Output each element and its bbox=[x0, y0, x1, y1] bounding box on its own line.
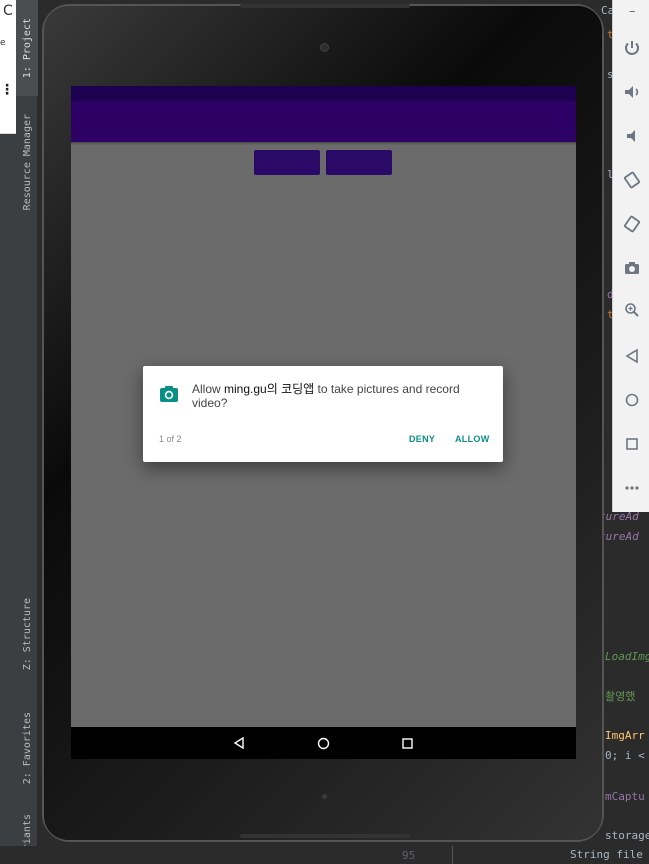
zoom-icon[interactable] bbox=[613, 290, 649, 330]
code-fragment: tureAd bbox=[599, 530, 639, 543]
camera-icon bbox=[159, 384, 179, 404]
app-bar bbox=[71, 101, 576, 142]
device-speaker-bottom bbox=[240, 834, 410, 838]
rotate-right-icon[interactable] bbox=[613, 204, 649, 244]
allow-button[interactable]: ALLOW bbox=[455, 434, 490, 444]
rotate-left-icon[interactable] bbox=[613, 160, 649, 200]
status-bar bbox=[71, 86, 576, 101]
tool-window-bar-left: 1: Project Resource Manager Z: Structure… bbox=[16, 0, 38, 864]
volume-up-icon[interactable] bbox=[613, 72, 649, 112]
home-icon[interactable] bbox=[613, 380, 649, 420]
device-sensor bbox=[322, 794, 327, 799]
tab-favorites-label: 2: Favorites bbox=[21, 711, 33, 785]
overview-icon[interactable] bbox=[613, 424, 649, 464]
code-fragment: String file bbox=[570, 848, 643, 861]
emulator-toolbar: – bbox=[612, 0, 649, 512]
permission-dialog: Allow ming.gu의 코딩앱 to take pictures and … bbox=[143, 366, 503, 462]
message-prefix: Allow bbox=[192, 382, 225, 396]
code-fragment: 촬영했 bbox=[605, 690, 636, 703]
code-editor-bottom-line: String file bbox=[0, 846, 649, 864]
app-button-1[interactable] bbox=[254, 150, 320, 175]
tab-structure-label: Z: Structure bbox=[21, 597, 33, 671]
more-icon[interactable] bbox=[613, 468, 649, 508]
back-icon[interactable] bbox=[613, 336, 649, 376]
code-fragment: LoadImg bbox=[605, 650, 649, 663]
nav-home-icon[interactable] bbox=[313, 727, 333, 759]
ide-window: C e ⋮ 1: Project Resource Manager Z: Str… bbox=[0, 0, 649, 864]
gutter-divider bbox=[452, 846, 453, 864]
nav-recents-icon[interactable] bbox=[397, 727, 417, 759]
navigation-bar bbox=[71, 727, 576, 759]
app-bar-shadow bbox=[71, 142, 576, 145]
editor-fragment-left: C e ⋮ bbox=[0, 0, 16, 134]
screenshot-icon[interactable] bbox=[613, 248, 649, 288]
tab-resource-manager-label: Resource Manager bbox=[21, 114, 33, 211]
volume-down-icon[interactable] bbox=[613, 116, 649, 156]
app-button-2[interactable] bbox=[326, 150, 392, 175]
tab-project[interactable]: 1: Project bbox=[16, 0, 38, 96]
code-fragment: 0; i < bbox=[605, 749, 645, 762]
tab-resource-manager[interactable]: Resource Manager bbox=[16, 100, 38, 225]
line-number: 95 bbox=[402, 849, 416, 862]
code-fragment: storage bbox=[605, 829, 649, 842]
code-fragment: ImgArr bbox=[605, 729, 645, 742]
device-speaker-top bbox=[240, 4, 410, 8]
tab-project-label: 1: Project bbox=[21, 17, 33, 79]
nav-back-icon[interactable] bbox=[229, 727, 249, 759]
editor-text-fragment: e bbox=[0, 38, 6, 48]
editor-fragment-dark bbox=[0, 134, 16, 864]
permission-counter: 1 of 2 bbox=[159, 434, 182, 444]
tab-structure[interactable]: Z: Structure bbox=[16, 588, 38, 680]
refresh-icon[interactable]: C bbox=[3, 3, 13, 19]
code-fragment: mCaptu bbox=[605, 790, 645, 803]
front-camera bbox=[320, 43, 329, 52]
app-name: ming.gu의 코딩앱 bbox=[224, 382, 315, 396]
minimize-icon[interactable]: – bbox=[629, 4, 636, 19]
more-icon[interactable]: ⋮ bbox=[0, 82, 14, 98]
power-icon[interactable] bbox=[613, 28, 649, 68]
deny-button[interactable]: DENY bbox=[409, 434, 435, 444]
tab-favorites[interactable]: 2: Favorites bbox=[16, 702, 38, 794]
permission-message: Allow ming.gu의 코딩앱 to take pictures and … bbox=[192, 382, 492, 410]
